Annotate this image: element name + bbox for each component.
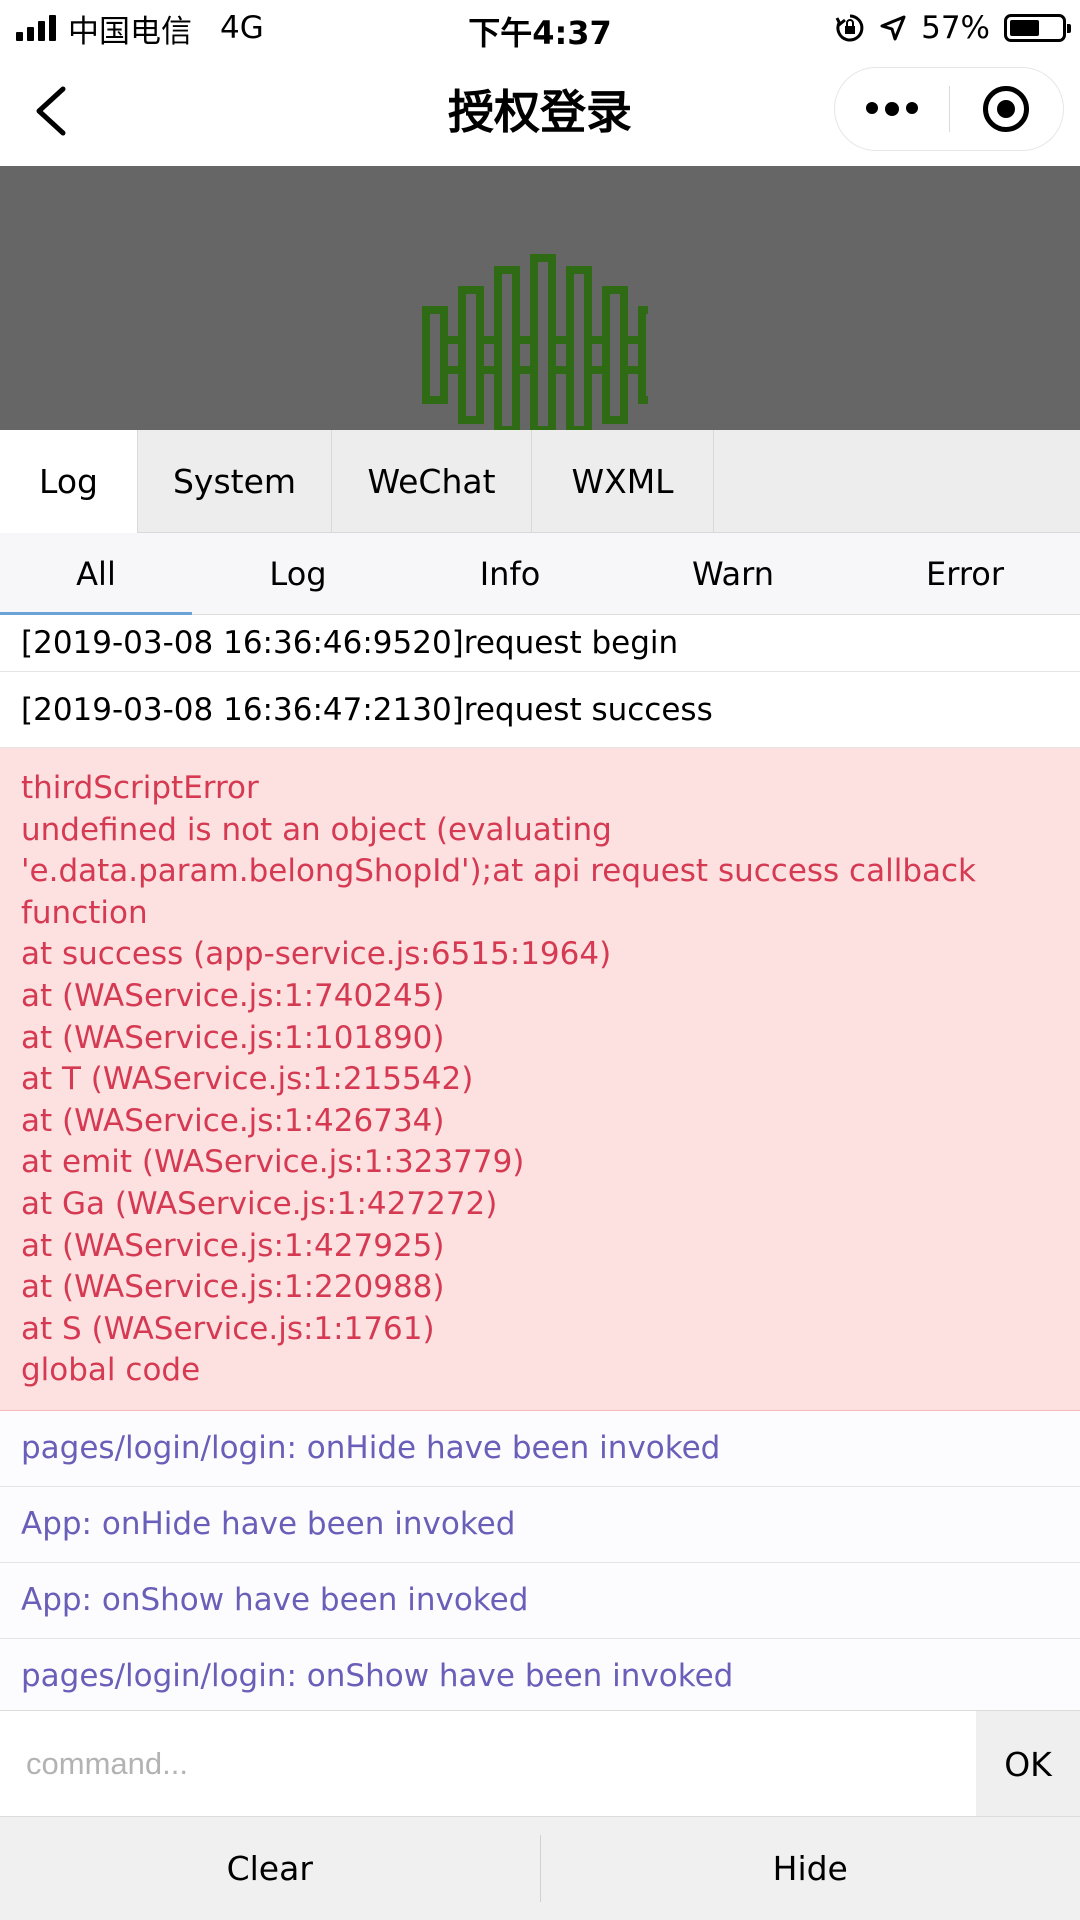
error-line: thirdScriptError xyxy=(21,770,259,806)
hide-button[interactable]: Hide xyxy=(541,1817,1080,1920)
green-logo-icon xyxy=(422,254,648,430)
log-row: [2019-03-08 16:36:46:9520]request begin xyxy=(0,615,1080,672)
log-text: [2019-03-08 16:36:46:9520]request begin xyxy=(21,625,679,661)
filter-info[interactable]: Info xyxy=(404,533,616,614)
error-line: function xyxy=(21,894,148,931)
close-mini-program-button[interactable] xyxy=(950,68,1064,150)
rotation-lock-icon xyxy=(835,14,864,42)
tab-wechat[interactable]: WeChat xyxy=(332,430,532,533)
mini-program-capsule xyxy=(834,67,1064,151)
filter-log[interactable]: Log xyxy=(192,533,404,614)
tab-system[interactable]: System xyxy=(138,430,332,533)
log-row: [2019-03-08 16:36:47:2130]request succes… xyxy=(0,672,1080,748)
info-log-row: pages/login/login: onHide have been invo… xyxy=(0,1410,1080,1487)
error-line: at T (WAService.js:1:215542) xyxy=(21,1061,474,1098)
nav-bar: 授权登录 xyxy=(0,56,1080,166)
error-line: undefined is not an object (evaluating xyxy=(21,811,612,848)
error-line: at (WAService.js:1:220988) xyxy=(21,1269,445,1306)
log-text: App: onHide have been invoked xyxy=(21,1506,516,1543)
log-list[interactable]: [2019-03-08 16:36:46:9520]request begin … xyxy=(0,615,1080,1710)
tab-log[interactable]: Log xyxy=(0,430,138,533)
error-line: 'e.data.param.belongShopId');at api requ… xyxy=(21,853,976,890)
battery-percent: 57% xyxy=(921,10,990,46)
filter-error[interactable]: Error xyxy=(850,533,1080,614)
filter-warn[interactable]: Warn xyxy=(616,533,850,614)
info-log-row: pages/login/login: onShow have been invo… xyxy=(0,1638,1080,1710)
log-text: App: onShow have been invoked xyxy=(21,1582,529,1619)
header-banner xyxy=(0,166,1080,430)
status-bar: 中国电信 4G 下午4:37 57% xyxy=(0,0,1080,56)
ok-button[interactable]: OK xyxy=(976,1711,1080,1817)
target-icon xyxy=(983,86,1030,132)
info-log-row: App: onShow have been invoked xyxy=(0,1562,1080,1639)
error-line: at (WAService.js:1:101890) xyxy=(21,1019,445,1056)
error-line: global code xyxy=(21,1352,201,1389)
console-tabbar: Log System WeChat WXML xyxy=(0,430,1080,533)
log-text: pages/login/login: onHide have been invo… xyxy=(21,1430,721,1467)
error-line: at S (WAService.js:1:1761) xyxy=(21,1310,435,1347)
info-log-row: App: onHide have been invoked xyxy=(0,1486,1080,1563)
log-text: [2019-03-08 16:36:47:2130]request succes… xyxy=(21,691,713,728)
more-button[interactable] xyxy=(835,68,949,150)
error-line: at (WAService.js:1:740245) xyxy=(21,977,445,1014)
error-line: at (WAService.js:1:427925) xyxy=(21,1227,445,1264)
more-dots-icon xyxy=(865,102,918,116)
command-input[interactable] xyxy=(0,1711,976,1816)
error-line: at Ga (WAService.js:1:427272) xyxy=(21,1185,498,1222)
error-line: at success (app-service.js:6515:1964) xyxy=(21,936,612,973)
command-bar: OK xyxy=(0,1710,1080,1817)
error-log-row: thirdScriptError undefined is not an obj… xyxy=(0,748,1080,1411)
log-text: pages/login/login: onShow have been invo… xyxy=(21,1658,734,1695)
error-line: at emit (WAService.js:1:323779) xyxy=(21,1144,525,1181)
log-filter-tabbar: All Log Info Warn Error xyxy=(0,533,1080,615)
filter-all[interactable]: All xyxy=(0,533,192,615)
error-line: at (WAService.js:1:426734) xyxy=(21,1102,445,1139)
status-right: 57% xyxy=(835,8,1071,48)
clear-button[interactable]: Clear xyxy=(0,1817,540,1920)
tab-wxml[interactable]: WXML xyxy=(532,430,714,533)
console-toolbar: Clear Hide xyxy=(0,1816,1080,1920)
battery-icon xyxy=(1004,14,1071,42)
location-arrow-icon xyxy=(880,15,906,41)
